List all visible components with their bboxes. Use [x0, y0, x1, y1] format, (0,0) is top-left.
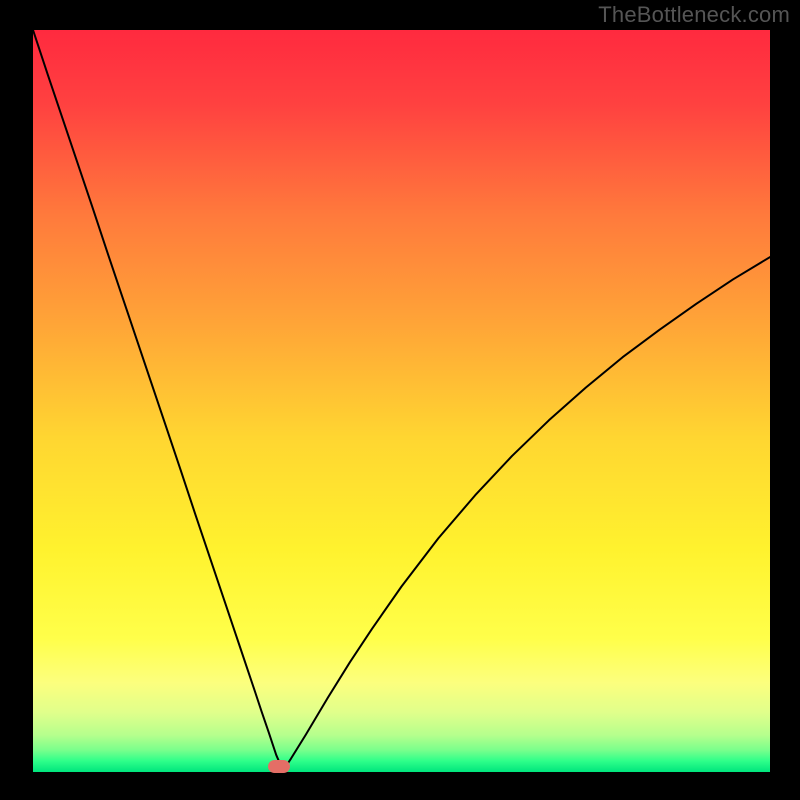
gradient-background: [33, 30, 770, 772]
optimal-point-marker: [268, 760, 290, 773]
chart-svg: [33, 30, 770, 772]
chart-container: TheBottleneck.com: [0, 0, 800, 800]
plot-area: [33, 30, 770, 772]
watermark-label: TheBottleneck.com: [598, 2, 790, 28]
